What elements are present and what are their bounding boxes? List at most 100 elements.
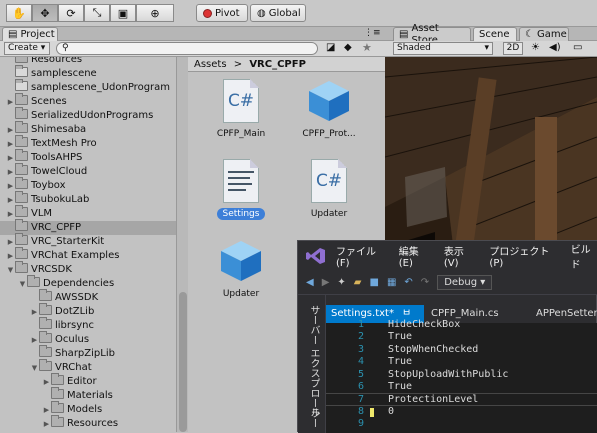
chevron-right-icon[interactable]: ▶ <box>6 207 15 221</box>
back-icon[interactable]: ◀ <box>306 277 314 288</box>
pivot-toggle[interactable]: Pivot <box>196 4 248 22</box>
tree-item[interactable]: ▶ VRChat Examples <box>0 247 176 263</box>
code-line[interactable]: 9 <box>326 418 597 430</box>
chevron-right-icon[interactable]: ▶ <box>6 165 15 179</box>
chevron-right-icon[interactable]: ▶ <box>42 375 51 389</box>
chevron-right-icon[interactable]: ▶ <box>6 137 15 151</box>
chevron-right-icon[interactable]: ▶ <box>6 95 15 109</box>
scale-tool-button[interactable]: ⤡ <box>84 4 110 22</box>
menu-build[interactable]: ビルド <box>571 241 597 271</box>
tree-item[interactable]: AWSSDK <box>0 289 176 305</box>
asset-item[interactable]: C# CPFP_Main <box>206 79 276 140</box>
chevron-right-icon[interactable]: ▶ <box>6 179 15 193</box>
chevron-down-icon[interactable]: ▼ <box>30 361 39 375</box>
code-line[interactable]: 3 StopWhenChecked <box>326 344 597 356</box>
rotate-tool-button[interactable]: ⟳ <box>58 4 84 22</box>
tab-game[interactable]: ☾ Game <box>519 27 569 41</box>
tab-scene[interactable]: Scene <box>473 27 517 41</box>
tree-item[interactable]: Resources <box>0 57 176 67</box>
asset-item[interactable]: Updater <box>206 239 276 300</box>
chevron-right-icon[interactable]: ▶ <box>30 333 39 347</box>
favorite-star-icon[interactable]: ★ <box>362 41 372 54</box>
tree-item[interactable]: ▶ TsubokuLab <box>0 191 176 207</box>
code-line[interactable]: 7 ProtectionLevel <box>326 393 597 406</box>
tree-item[interactable]: VRC_CPFP <box>0 219 176 235</box>
tree-item[interactable]: ▶ TextMesh Pro <box>0 135 176 151</box>
mode-2d-toggle[interactable]: 2D <box>503 42 523 55</box>
chevron-right-icon[interactable]: ▶ <box>42 403 51 417</box>
create-dropdown[interactable]: Create ▾ <box>4 42 50 55</box>
menu-edit[interactable]: 編集(E) <box>399 243 430 269</box>
tree-item[interactable]: Materials <box>0 387 176 403</box>
pin-icon[interactable]: ㅂ <box>402 308 411 319</box>
chevron-right-icon[interactable]: ▶ <box>6 249 15 263</box>
tree-item[interactable]: ▶ Resources <box>0 415 176 431</box>
effects-icon[interactable]: ▭ <box>573 42 582 53</box>
tree-item[interactable]: ▶ Toybox <box>0 177 176 193</box>
hand-tool-button[interactable]: ✋ <box>6 4 32 22</box>
shading-dropdown[interactable]: Shaded ▾ <box>393 42 493 55</box>
redo-icon[interactable]: ↷ <box>421 277 429 288</box>
undo-icon[interactable]: ↶ <box>404 277 412 288</box>
code-line[interactable]: 6 True <box>326 381 597 393</box>
tree-item[interactable]: ▶ Models <box>0 401 176 417</box>
audio-icon[interactable]: ◀) <box>549 42 561 53</box>
code-line[interactable]: 2 True <box>326 331 597 343</box>
tree-item[interactable]: ▼ VRChat <box>0 359 176 375</box>
tree-item[interactable]: ▶ DotZLib <box>0 303 176 319</box>
tree-item[interactable]: samplescene_UdonProgram <box>0 79 176 95</box>
filter-label-icon[interactable]: ◆ <box>344 42 352 53</box>
open-folder-icon[interactable]: ▰ <box>354 277 362 288</box>
breadcrumb-current[interactable]: VRC_CPFP <box>249 59 306 70</box>
asset-item[interactable]: C# Updater <box>294 159 364 220</box>
tree-item[interactable]: ▶ Oculus <box>0 331 176 347</box>
code-line[interactable]: 5 StopUploadWithPublic <box>326 369 597 381</box>
tree-item[interactable]: ▶ Scenes <box>0 93 176 109</box>
tree-item[interactable]: ▶ VRC_StarterKit <box>0 233 176 249</box>
menu-file[interactable]: ファイル(F) <box>336 243 385 269</box>
filter-type-icon[interactable]: ◪ <box>326 42 335 53</box>
chevron-right-icon[interactable]: ▶ <box>6 151 15 165</box>
code-line[interactable]: 1 HideCheckBox <box>326 319 597 331</box>
tree-item[interactable]: SerializedUdonPrograms <box>0 107 176 123</box>
code-line[interactable]: 4 True <box>326 356 597 368</box>
code-editor[interactable]: 1 HideCheckBox 2 True 3 StopWhenChecked 4 True 5… <box>326 319 597 433</box>
tab-asset-store[interactable]: ▤ Asset Store <box>393 23 471 46</box>
tree-item[interactable]: SharpZipLib <box>0 345 176 361</box>
search-input[interactable]: ⚲ <box>56 42 318 55</box>
tree-item[interactable]: ▼ Dependencies <box>0 275 176 291</box>
chevron-right-icon[interactable]: ▶ <box>30 305 39 319</box>
breadcrumb-root[interactable]: Assets <box>194 59 227 70</box>
tree-item[interactable]: ▶ Shimesaba <box>0 121 176 137</box>
tree-item[interactable]: librsync <box>0 317 176 333</box>
save-all-icon[interactable]: ▦ <box>387 277 396 288</box>
save-icon[interactable]: ■ <box>370 277 379 288</box>
chevron-down-icon[interactable]: ▼ <box>6 263 15 277</box>
tree-item[interactable]: ▶ TowelCloud <box>0 163 176 179</box>
transform-tool-button[interactable]: ⊕ <box>136 4 174 22</box>
chevron-right-icon[interactable]: ▶ <box>42 417 51 431</box>
tree-item[interactable]: ▶ ToolsAHPS <box>0 149 176 165</box>
asset-item[interactable]: CPFP_Prot... <box>294 79 364 140</box>
server-explorer-sidebar[interactable]: サーバー エクスプローラー ツール <box>298 295 334 433</box>
tree-item[interactable]: samplescene <box>0 65 176 81</box>
chevron-down-icon[interactable]: ▼ <box>18 277 27 291</box>
global-toggle[interactable]: ◍ Global <box>250 4 306 22</box>
chevron-right-icon[interactable]: ▶ <box>6 193 15 207</box>
new-item-icon[interactable]: ✦ <box>337 277 345 288</box>
tree-item[interactable]: ▶ VLM <box>0 205 176 221</box>
menu-view[interactable]: 表示(V) <box>444 243 476 269</box>
scrollbar-thumb[interactable] <box>179 292 187 432</box>
config-dropdown[interactable]: Debug ▾ <box>437 275 493 290</box>
tree-item[interactable]: ▶ Editor <box>0 373 176 389</box>
lighting-icon[interactable]: ☀ <box>531 42 540 53</box>
code-line[interactable]: 80 <box>326 406 597 418</box>
tab-project[interactable]: ▤ Project <box>2 27 58 41</box>
menu-project[interactable]: プロジェクト(P) <box>489 243 556 269</box>
forward-icon[interactable]: ▶ <box>322 277 330 288</box>
rect-tool-button[interactable]: ▣ <box>110 4 136 22</box>
move-tool-button[interactable]: ✥ <box>32 4 58 22</box>
panel-menu-icon[interactable]: ⋮≡ <box>364 28 381 38</box>
chevron-right-icon[interactable]: ▶ <box>6 235 15 249</box>
chevron-right-icon[interactable]: ▶ <box>6 123 15 137</box>
